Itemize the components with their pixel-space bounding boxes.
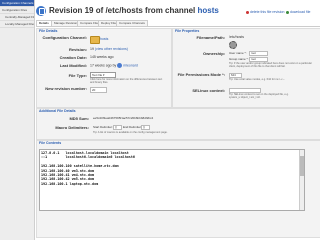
end-delimiter-input[interactable]: |} [141,125,150,130]
user-name-label: User name *: [229,51,247,55]
ownership-hint: Tip: If the user and/or group indicated … [229,62,312,68]
sidebar-item-config-channels[interactable]: Configuration Channels [0,0,34,7]
creation-date-value: 145 weeks ago [90,55,114,59]
additional-details-section: Additional File Details MD5 Sum: ee5c20f… [36,108,320,140]
file-contents-title: File Contents [39,141,62,145]
page-header: Revision 19 of /etc/hosts from channel h… [36,6,320,18]
view-other-revisions-link[interactable]: (view other revisions) [95,47,128,51]
last-modified-value: 17 weeks ago by mleonard [90,63,138,68]
title-prefix: Revision 19 of /etc/hosts from channel [49,6,196,15]
config-channel-label: Configuration Channel: [42,35,87,40]
additional-details-title: Additional File Details [39,109,76,113]
permissions-hint: Tip: Use octal value modes, e.g. 644 for… [229,78,285,81]
contents-scrollbar[interactable] [299,150,304,210]
file-type-hint: Click here for more information on the d… [90,78,163,84]
filename-label: Filename/Path: [196,35,225,40]
start-delimiter-label: Start Delimiter: [93,125,113,129]
revision-value: 19 (view other revisions) [90,47,128,51]
code-line: ::1 localhost6.localdomain6 localhost6 [41,155,135,160]
revision-label: Revision: [68,47,87,52]
file-properties-section: File Properties Filename/Path: /etc/host… [172,28,320,108]
page-title: Revision 19 of /etc/hosts from channel h… [49,6,219,15]
file-details-title: File Details [39,29,58,33]
config-channel-link[interactable]: hosts [100,37,108,41]
macro-hint: Tip: A list of macros is available on th… [93,131,168,134]
tab-details[interactable]: Details [36,20,52,26]
gear-icon [229,41,237,49]
download-icon [286,10,289,14]
sidebar: Configuration Channels Configuration Fil… [0,0,35,240]
file-contents-section: File Contents 127.0.0.1 localhost.locald… [36,140,320,238]
file-properties-title: File Properties [175,29,200,33]
delete-icon [246,10,249,14]
start-delimiter-input[interactable]: {| [113,125,122,130]
sidebar-item-centrally-managed[interactable]: Centrally-Managed Files [0,14,34,21]
sidebar-item-config-files[interactable]: Configuration Files [0,7,34,14]
file-type-label: File Type: [68,73,87,78]
code-line: 192.168.100.1 laptop.ntc.dom [41,181,99,186]
new-revision-number-input[interactable]: 20 [90,87,107,93]
file-details-section: File Details Configuration Channel: host… [36,28,172,108]
group-name-label: Group name *: [229,57,249,61]
title-channel-link[interactable]: hosts [198,6,219,15]
filename-value: /etc/hosts [229,35,244,39]
md5-label: MD5 Sum: [69,116,89,121]
selinux-hint: Tip: SELinux context to set on the deplo… [229,93,289,99]
file-type-value: Text file [92,73,103,77]
ownership-label: Ownership: [202,51,225,56]
revision-icon [36,6,46,16]
permissions-label: File Permissions Mode *: [177,72,225,77]
selinux-label: SELinux context: [192,88,225,93]
last-modified-label: Last Modified: [59,63,87,68]
delete-revision-label: delete this file revision [250,10,285,14]
modified-by-user-link[interactable]: mleonard [123,63,138,67]
tab-bar: Details Manage Revisions Compare Files D… [36,20,320,27]
delete-revision-link[interactable]: delete this file revision [246,10,284,14]
user-icon [117,63,123,68]
download-file-link[interactable]: download file [286,10,310,14]
contents-scrollbar-thumb[interactable] [300,156,304,176]
user-name-input[interactable]: root [249,51,268,56]
macro-delimiters-label: Macro Delimiters: [55,125,89,130]
folder-icon [90,36,100,44]
tab-compare-channels[interactable]: Compare Channels [116,20,148,26]
md5-value: ee5c20f3ea0467595f1ac57c20b6bbb8df2bc4 [93,116,154,120]
file-contents-text: 127.0.0.1 localhost.localdomain localhos… [41,151,135,186]
end-delimiter-label: End Delimiter: [123,125,142,129]
last-modified-text: 17 weeks ago by [90,63,117,68]
main-content: Revision 19 of /etc/hosts from channel h… [36,0,320,240]
creation-date-label: Creation Date: [59,55,87,60]
download-file-label: download file [290,10,311,14]
file-contents-editor[interactable]: 127.0.0.1 localhost.localdomain localhos… [39,149,305,211]
revision-number: 19 [90,47,94,51]
sidebar-item-locally-managed[interactable]: Locally-Managed Files [0,21,34,28]
new-revision-number-label: New revision number: [45,86,87,91]
